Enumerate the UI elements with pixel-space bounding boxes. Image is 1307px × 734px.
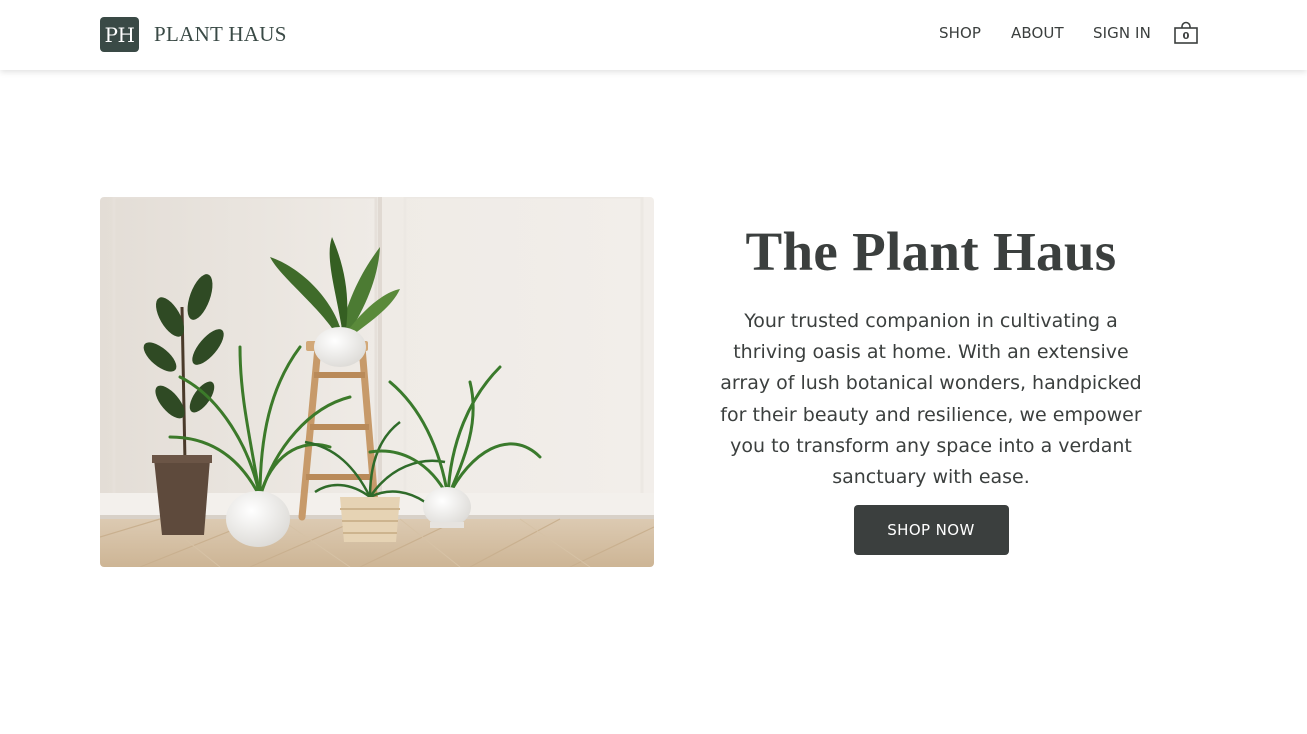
hero-section: The Plant Haus Your trusted companion in…: [710, 221, 1152, 556]
site-header: PH PLANT HAUS SHOP ABOUT SIGN IN 0: [0, 0, 1307, 70]
shop-now-button[interactable]: SHOP NOW: [853, 505, 1009, 556]
cart-button[interactable]: 0: [1173, 21, 1199, 47]
potted-plants-photo: [100, 197, 654, 567]
cart-count: 0: [1182, 31, 1190, 42]
hero-description: Your trusted companion in cultivating a …: [720, 310, 1142, 489]
logo-badge: PH: [100, 17, 139, 52]
brand-name: PLANT HAUS: [154, 22, 287, 46]
nav-shop-link[interactable]: SHOP: [939, 24, 981, 42]
nav-sign-in-link[interactable]: SIGN IN: [1093, 24, 1151, 42]
nav-about-link[interactable]: ABOUT: [1011, 24, 1064, 42]
brand-logo-link[interactable]: PH PLANT HAUS: [100, 17, 287, 52]
hero-title: The Plant Haus: [745, 221, 1117, 282]
hero-image: [100, 197, 654, 567]
